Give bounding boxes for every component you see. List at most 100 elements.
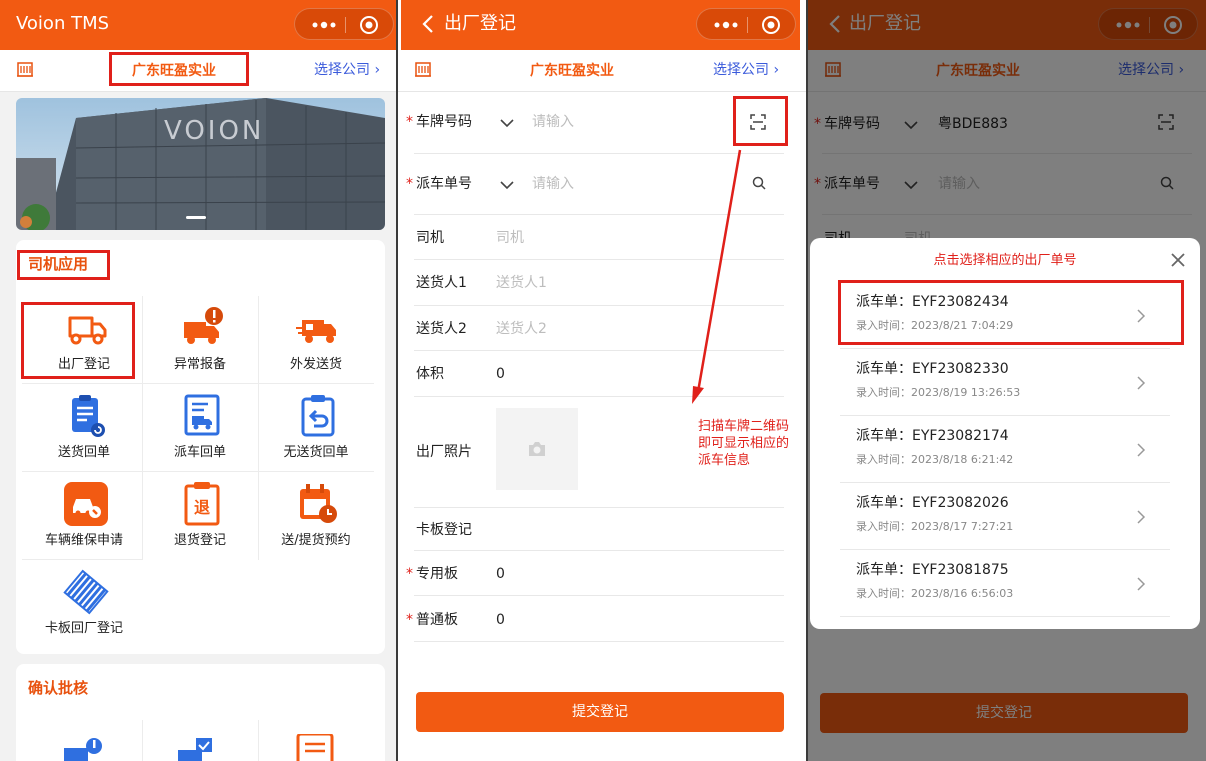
calendar-clock-icon bbox=[300, 484, 337, 523]
chevron-down-icon[interactable] bbox=[500, 118, 514, 128]
truck-check-icon[interactable] bbox=[178, 736, 218, 761]
mini-program-capsule bbox=[294, 8, 394, 40]
app-label: 派车回单 bbox=[173, 445, 226, 460]
navbar: 出厂登记 bbox=[401, 0, 800, 50]
order-time: 录入时间：2023/8/17 7:27:21 bbox=[856, 520, 1014, 533]
photo-label: 出厂照片 bbox=[416, 444, 472, 460]
plate-row: * 车牌号码 请输入 bbox=[406, 92, 784, 154]
camera-icon bbox=[529, 442, 545, 456]
highlight-box bbox=[109, 52, 249, 86]
app-dispatch-receipt[interactable]: 派车回单 bbox=[142, 384, 258, 472]
sender2-row: 送货人2 送货人2 bbox=[414, 306, 784, 351]
driver-label: 司机 bbox=[416, 230, 444, 246]
app-no-delivery-receipt[interactable]: 无送货回单 bbox=[258, 384, 374, 472]
sender1-label: 送货人1 bbox=[416, 275, 467, 291]
order-time: 录入时间：2023/8/16 6:56:03 bbox=[856, 587, 1014, 600]
svg-text:退: 退 bbox=[194, 498, 210, 517]
highlight-box bbox=[21, 302, 135, 379]
special-pallet-row: * 专用板 0 bbox=[406, 551, 784, 596]
order-item[interactable]: 派车单：EYF23082174 录入时间：2023/8/18 6:21:42 bbox=[840, 416, 1170, 483]
app-outbound-delivery[interactable]: 外发送货 bbox=[258, 296, 374, 384]
app-exception-report[interactable]: 异常报备 bbox=[142, 296, 258, 384]
dispatch-row: * 派车单号 请输入 bbox=[406, 154, 784, 215]
search-icon[interactable] bbox=[752, 176, 766, 190]
app-delivery-receipt[interactable]: 送货回单 bbox=[26, 384, 142, 472]
pallet-icon bbox=[63, 569, 109, 615]
return-document-icon: 退 bbox=[184, 482, 220, 526]
close-icon[interactable] bbox=[1170, 252, 1186, 268]
sender1-row: 送货人1 送货人1 bbox=[414, 260, 784, 306]
photo-upload[interactable] bbox=[496, 408, 578, 490]
normal-pallet-label: 普通板 bbox=[416, 612, 458, 628]
app-label: 退货登记 bbox=[173, 533, 226, 548]
annotation-text: 扫描车牌二维码 即可显示相应的 派车信息 bbox=[698, 418, 808, 469]
app-vehicle-maintenance[interactable]: 车辆维保申请 bbox=[26, 472, 142, 560]
app-label: 卡板回厂登记 bbox=[44, 621, 123, 636]
normal-pallet-input[interactable]: 0 bbox=[496, 610, 505, 630]
order-item[interactable]: 派车单：EYF23081875 录入时间：2023/8/16 6:56:03 bbox=[840, 550, 1170, 617]
plate-input[interactable]: 请输入 bbox=[532, 112, 574, 132]
truck-cargo-icon bbox=[296, 320, 336, 343]
special-pallet-label: 专用板 bbox=[416, 566, 458, 582]
mini-program-capsule bbox=[696, 8, 796, 40]
pallet-section-row: 卡板登记 bbox=[414, 508, 784, 551]
driver-input[interactable]: 司机 bbox=[496, 228, 524, 248]
truck-alert-icon[interactable] bbox=[64, 736, 104, 761]
order-item[interactable]: 派车单：EYF23082330 录入时间：2023/8/19 13:26:53 bbox=[840, 349, 1170, 416]
app-label: 无送货回单 bbox=[283, 445, 349, 460]
volume-input[interactable]: 0 bbox=[496, 364, 505, 384]
document-truck-icon bbox=[184, 394, 220, 436]
chevron-right-icon bbox=[1137, 376, 1146, 390]
submit-button[interactable]: 提交登记 bbox=[416, 692, 784, 732]
document-icon[interactable] bbox=[296, 734, 336, 761]
back-icon[interactable] bbox=[417, 12, 441, 36]
select-company-link[interactable]: 选择公司 › bbox=[713, 60, 779, 80]
confirm-section-title: 确认批核 bbox=[28, 679, 89, 697]
close-capsule-icon[interactable] bbox=[761, 15, 781, 35]
more-icon[interactable] bbox=[309, 18, 339, 32]
dispatch-input[interactable]: 请输入 bbox=[532, 174, 574, 194]
app-return-registration[interactable]: 退 退货登记 bbox=[142, 472, 258, 560]
building-icon bbox=[415, 62, 431, 77]
annotation-line: 扫描车牌二维码 bbox=[698, 419, 790, 434]
highlight-box bbox=[17, 250, 110, 280]
close-capsule-icon[interactable] bbox=[359, 15, 379, 35]
order-time: 录入时间：2023/8/18 6:21:42 bbox=[856, 453, 1014, 466]
chevron-down-icon[interactable] bbox=[500, 180, 514, 190]
app-label: 外发送货 bbox=[289, 357, 342, 372]
plate-label: 车牌号码 bbox=[416, 114, 472, 130]
factory-exit-form-screen: 出厂登记 广东旺盈实业 选择公司 › * 车牌号码 请输入 * 派车单号 请输入… bbox=[398, 0, 806, 761]
normal-pallet-row: * 普通板 0 bbox=[406, 596, 784, 642]
building-icon bbox=[17, 62, 33, 77]
app-title: Voion TMS bbox=[16, 13, 110, 34]
highlight-box bbox=[733, 96, 788, 146]
app-delivery-appointment[interactable]: 送/提货预约 bbox=[258, 472, 374, 560]
order-number: 派车单：EYF23082330 bbox=[856, 361, 1009, 377]
sender1-input[interactable]: 送货人1 bbox=[496, 273, 547, 293]
confirm-card: 确认批核 bbox=[16, 664, 385, 761]
highlight-box bbox=[838, 280, 1184, 345]
app-label: 车辆维保申请 bbox=[44, 533, 123, 548]
popup-title: 点击选择相应的出厂单号 bbox=[933, 253, 1077, 268]
car-repair-icon bbox=[64, 482, 108, 526]
order-time: 录入时间：2023/8/19 13:26:53 bbox=[856, 386, 1021, 399]
driver-row: 司机 司机 bbox=[414, 215, 784, 260]
more-icon[interactable] bbox=[711, 18, 741, 32]
volume-row: 体积 0 bbox=[414, 351, 784, 397]
app-label: 异常报备 bbox=[173, 357, 226, 372]
order-item[interactable]: 派车单：EYF23082026 录入时间：2023/8/17 7:27:21 bbox=[840, 483, 1170, 550]
select-company-link[interactable]: 选择公司 › bbox=[314, 60, 380, 80]
app-label: 送货回单 bbox=[57, 445, 110, 460]
order-number: 派车单：EYF23081875 bbox=[856, 562, 1009, 578]
navbar: Voion TMS bbox=[0, 0, 396, 50]
truck-alert-icon bbox=[184, 307, 223, 344]
app-pallet-return[interactable]: 卡板回厂登记 bbox=[26, 560, 142, 648]
clipboard-return-icon bbox=[301, 395, 335, 437]
banner-image[interactable]: VOION bbox=[16, 98, 385, 230]
page-title: 出厂登记 bbox=[444, 13, 516, 34]
order-select-screen: 出厂登记 广东旺盈实业 选择公司 › * 车牌号码 粤BDE883 * 派车单号… bbox=[808, 0, 1206, 761]
sender2-input[interactable]: 送货人2 bbox=[496, 319, 547, 339]
annotation-line: 即可显示相应的 bbox=[698, 436, 790, 451]
chevron-right-icon bbox=[1137, 510, 1146, 524]
special-pallet-input[interactable]: 0 bbox=[496, 564, 505, 584]
